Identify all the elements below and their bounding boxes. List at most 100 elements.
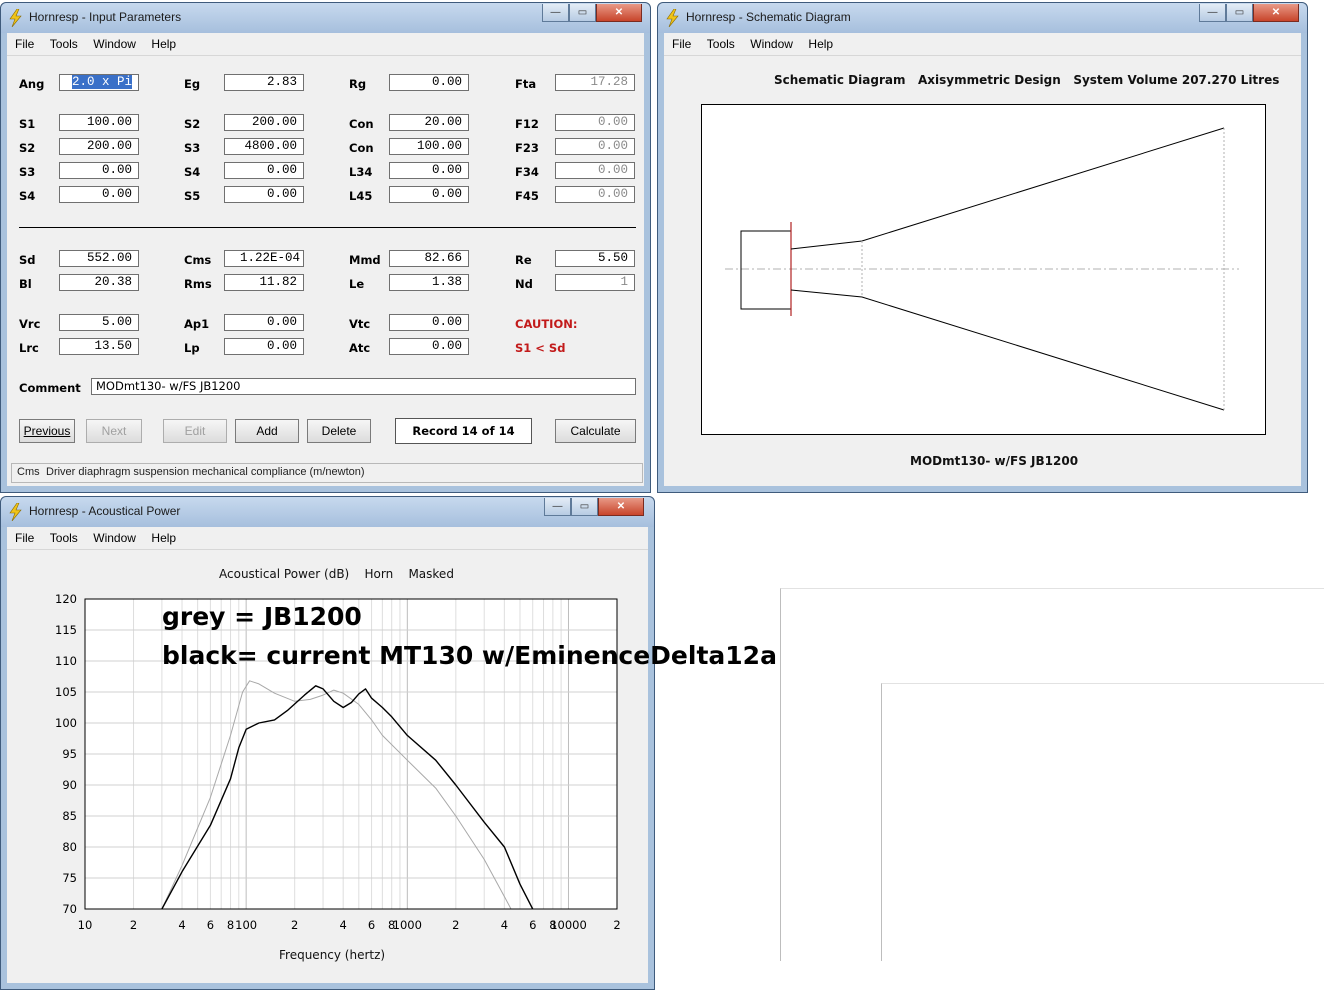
label-re: Re <box>515 253 532 267</box>
lightning-app-icon <box>666 9 679 27</box>
y-tick-label: 90 <box>62 778 77 792</box>
label-rms: Rms <box>184 277 212 291</box>
minimize-button[interactable]: — <box>542 4 569 22</box>
menu-file[interactable]: File <box>672 33 691 55</box>
power-window-titlebar[interactable]: Hornresp - Acoustical Power — ▭ ✕ <box>1 497 654 527</box>
menu-tools[interactable]: Tools <box>50 33 78 55</box>
field-s3[interactable]: 4800.00 <box>224 138 304 155</box>
field-s1[interactable]: 100.00 <box>59 114 139 131</box>
field-s5[interactable]: 0.00 <box>224 186 304 203</box>
schematic-window-titlebar[interactable]: Hornresp - Schematic Diagram — ▭ ✕ <box>658 3 1307 33</box>
maximize-button[interactable]: ▭ <box>571 498 598 516</box>
field-lrc[interactable]: 13.50 <box>59 338 139 355</box>
field-mmd[interactable]: 82.66 <box>389 250 469 267</box>
y-tick-label: 85 <box>62 809 77 823</box>
minimize-button[interactable]: — <box>1199 4 1226 22</box>
maximize-button[interactable]: ▭ <box>1226 4 1253 22</box>
field-vrc[interactable]: 5.00 <box>59 314 139 331</box>
field-s4-row5[interactable]: 0.00 <box>59 186 139 203</box>
edit-button[interactable]: Edit <box>163 419 227 443</box>
label-s2: S2 <box>184 117 201 131</box>
menu-help[interactable]: Help <box>151 33 176 55</box>
label-cms: Cms <box>184 253 212 267</box>
minimize-button[interactable]: — <box>544 498 571 516</box>
menu-window[interactable]: Window <box>93 33 136 55</box>
label-f12: F12 <box>515 117 539 131</box>
close-button[interactable]: ✕ <box>596 4 642 22</box>
input-parameters-window: Hornresp - Input Parameters — ▭ ✕ File T… <box>0 2 651 493</box>
field-s2-row3[interactable]: 200.00 <box>59 138 139 155</box>
x-tick-label: 10 <box>78 918 93 932</box>
field-rg[interactable]: 0.00 <box>389 74 469 91</box>
label-ap1: Ap1 <box>184 317 210 331</box>
x-tick-label: 1000 <box>393 918 422 932</box>
field-s3-row4[interactable]: 0.00 <box>59 162 139 179</box>
input-window-titlebar[interactable]: Hornresp - Input Parameters — ▭ ✕ <box>1 3 650 33</box>
menu-tools[interactable]: Tools <box>50 527 78 549</box>
field-s4[interactable]: 0.00 <box>224 162 304 179</box>
x-tick-label: 2 <box>130 918 137 932</box>
field-f45: 0.00 <box>555 186 635 203</box>
field-lp[interactable]: 0.00 <box>224 338 304 355</box>
y-tick-label: 100 <box>55 716 77 730</box>
menu-file[interactable]: File <box>15 33 34 55</box>
label-rg: Rg <box>349 77 367 91</box>
label-s2-row3: S2 <box>19 141 36 155</box>
field-rms[interactable]: 11.82 <box>224 274 304 291</box>
field-con1[interactable]: 20.00 <box>389 114 469 131</box>
maximize-button[interactable]: ▭ <box>569 4 596 22</box>
caution-message: S1 < Sd <box>515 341 566 355</box>
next-button[interactable]: Next <box>86 419 142 443</box>
field-s2[interactable]: 200.00 <box>224 114 304 131</box>
close-button[interactable]: ✕ <box>598 498 644 516</box>
comment-field[interactable]: MODmt130- w/FS JB1200 <box>91 378 636 395</box>
field-eg[interactable]: 2.83 <box>224 74 304 91</box>
field-cms[interactable]: 1.22E-04 <box>224 250 304 267</box>
menu-help[interactable]: Help <box>808 33 833 55</box>
field-con2[interactable]: 100.00 <box>389 138 469 155</box>
label-f45: F45 <box>515 189 539 203</box>
field-ang[interactable]: 2.0 x Pi <box>59 74 139 91</box>
y-tick-label: 95 <box>62 747 77 761</box>
label-s3-row4: S3 <box>19 165 36 179</box>
x-tick-label: 2 <box>452 918 459 932</box>
previous-button[interactable]: Previous <box>19 419 75 443</box>
y-tick-label: 110 <box>55 654 77 668</box>
menu-file[interactable]: File <box>15 527 34 549</box>
schematic-diagram <box>701 104 1266 435</box>
x-tick-label: 2 <box>291 918 298 932</box>
menu-window[interactable]: Window <box>750 33 793 55</box>
label-lp: Lp <box>184 341 200 355</box>
field-le[interactable]: 1.38 <box>389 274 469 291</box>
input-client-area: Ang 2.0 x Pi Eg 2.83 Rg 0.00 Fta 17.28 S… <box>7 56 644 486</box>
field-nd[interactable]: 1 <box>555 274 635 291</box>
label-con2: Con <box>349 141 374 155</box>
field-l34[interactable]: 0.00 <box>389 162 469 179</box>
blank-panel-lower <box>881 683 1324 961</box>
field-f12: 0.00 <box>555 114 635 131</box>
field-re[interactable]: 5.50 <box>555 250 635 267</box>
x-axis-label: Frequency (hertz) <box>279 948 386 962</box>
menu-window[interactable]: Window <box>93 527 136 549</box>
close-button[interactable]: ✕ <box>1253 4 1299 22</box>
status-bar: Cms Driver diaphragm suspension mechanic… <box>11 463 643 483</box>
label-l45: L45 <box>349 189 373 203</box>
label-le: Le <box>349 277 365 291</box>
label-s4: S4 <box>184 165 201 179</box>
field-vtc[interactable]: 0.00 <box>389 314 469 331</box>
menu-help[interactable]: Help <box>151 527 176 549</box>
delete-button[interactable]: Delete <box>307 419 371 443</box>
field-sd[interactable]: 552.00 <box>59 250 139 267</box>
y-tick-label: 75 <box>62 871 77 885</box>
calculate-button[interactable]: Calculate <box>555 419 636 443</box>
label-lrc: Lrc <box>19 341 39 355</box>
schematic-caption: MODmt130- w/FS JB1200 <box>910 454 1079 468</box>
field-f34: 0.00 <box>555 162 635 179</box>
field-ap1[interactable]: 0.00 <box>224 314 304 331</box>
label-s5: S5 <box>184 189 201 203</box>
add-button[interactable]: Add <box>235 419 299 443</box>
field-bl[interactable]: 20.38 <box>59 274 139 291</box>
field-l45[interactable]: 0.00 <box>389 186 469 203</box>
field-atc[interactable]: 0.00 <box>389 338 469 355</box>
menu-tools[interactable]: Tools <box>707 33 735 55</box>
